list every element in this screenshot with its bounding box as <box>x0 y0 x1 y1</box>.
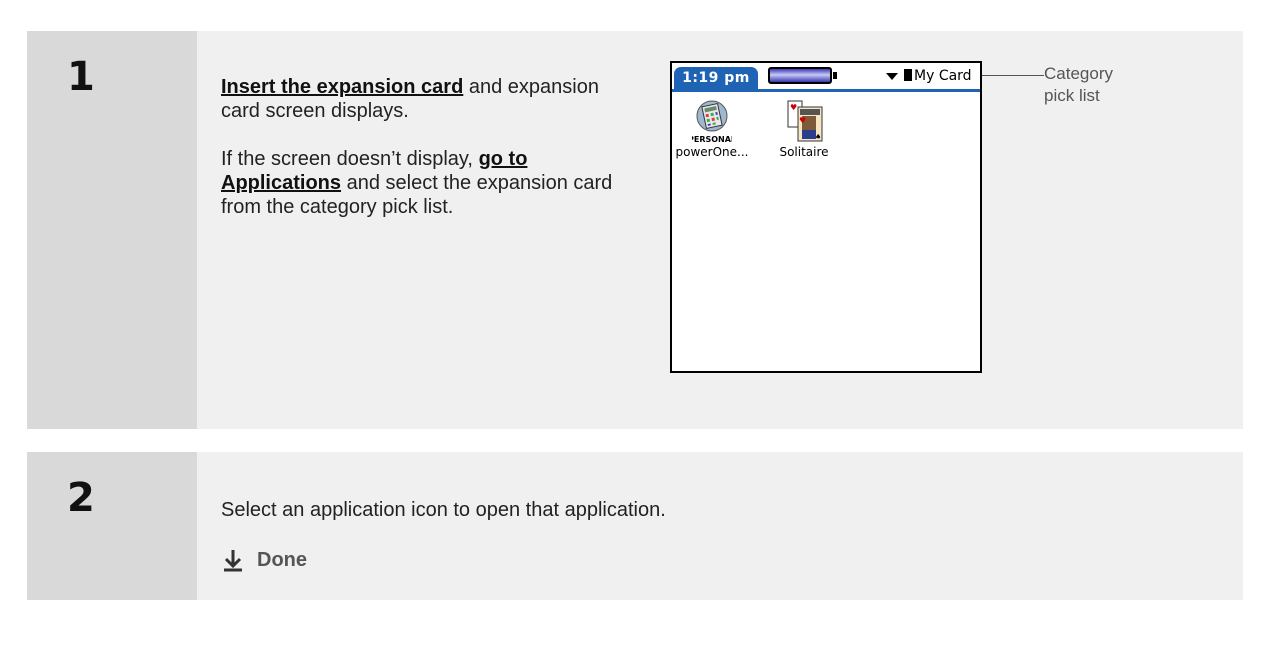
callout-line <box>982 75 1044 76</box>
step-1-instructions: Insert the expansion card and expansion … <box>221 75 621 243</box>
title-rule <box>672 89 980 92</box>
title-bar: 1:19 pm My Card <box>672 63 980 89</box>
clock-tab[interactable]: 1:19 pm <box>674 67 758 89</box>
app-name: Solitaire <box>779 145 829 159</box>
step-2-instruction: Select an application icon to open that … <box>221 499 666 521</box>
svg-text:♥: ♥ <box>799 116 806 125</box>
callout-line-2: pick list <box>1044 86 1100 105</box>
instruction-text: If the screen doesn’t display, <box>221 148 479 170</box>
step-number: 2 <box>67 475 95 521</box>
callout-label: Category pick list <box>1044 63 1113 107</box>
palm-screen: 1:19 pm My Card PE <box>670 61 982 373</box>
instruction-paragraph-1: Insert the expansion card and expansion … <box>221 75 621 123</box>
instruction-paragraph-2: If the screen doesn’t display, go to App… <box>221 147 621 219</box>
svg-text:♥: ♥ <box>790 103 797 112</box>
down-arrow-icon <box>224 550 242 572</box>
battery-icon <box>768 67 837 84</box>
step-2-content: Select an application icon to open that … <box>197 452 1243 600</box>
playing-cards-icon: ♥ ♥ ♠ <box>784 99 824 145</box>
sd-card-icon <box>904 69 912 81</box>
app-badge: PERSONAL <box>692 135 732 144</box>
app-icon-powerone[interactable]: PERSONAL powerOne... <box>672 99 752 159</box>
step-number: 1 <box>67 54 95 100</box>
app-icon-solitaire[interactable]: ♥ ♥ ♠ Solitaire <box>764 99 844 159</box>
calculator-icon: PERSONAL <box>688 99 736 145</box>
dropdown-arrow-icon[interactable] <box>886 73 898 80</box>
svg-text:♠: ♠ <box>815 133 821 141</box>
app-name: powerOne... <box>675 145 749 159</box>
category-pick-list[interactable]: My Card <box>914 67 972 85</box>
callout-line-1: Category <box>1044 64 1113 83</box>
done-label: Done <box>257 549 307 571</box>
insert-card-link[interactable]: Insert the expansion card <box>221 76 463 98</box>
step-2-panel: 2 Select an application icon to open tha… <box>27 452 1243 600</box>
